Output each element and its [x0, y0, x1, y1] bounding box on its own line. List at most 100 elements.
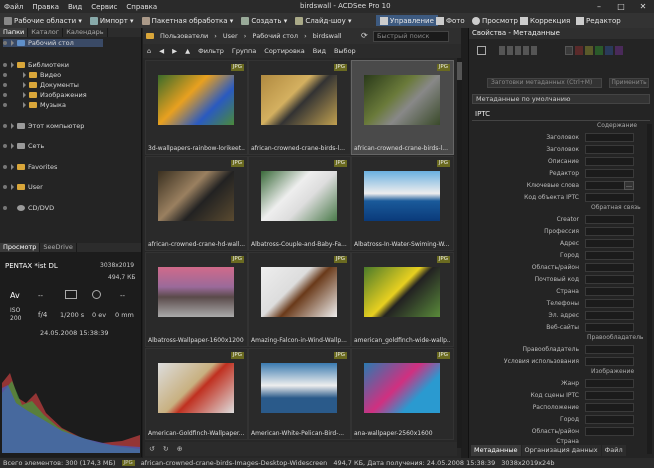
menu-edit[interactable]: Правка: [32, 3, 59, 11]
field-input[interactable]: [585, 403, 634, 412]
field-input[interactable]: [585, 193, 634, 202]
tree-item-documents[interactable]: Документы: [3, 81, 79, 89]
breadcrumb-desktop[interactable]: Рабочий стол: [252, 32, 298, 40]
label-color-icon[interactable]: [531, 46, 537, 55]
sort-button[interactable]: Сортировка: [264, 47, 305, 55]
thumbnail[interactable]: JPG african-crowned-crane-hd-wall...: [145, 156, 248, 251]
tree-item-cd-dvd[interactable]: CD/DVD: [3, 204, 54, 212]
field-input[interactable]: [585, 227, 634, 236]
field-input[interactable]: [585, 299, 634, 308]
breadcrumb-user[interactable]: User: [223, 32, 238, 40]
slideshow-button[interactable]: Слайд-шоу ▾: [295, 16, 351, 25]
mode-develop-button[interactable]: Коррекция: [520, 13, 570, 28]
forward-icon[interactable]: ▶: [172, 47, 177, 55]
tree-item-network[interactable]: Сеть: [3, 142, 44, 150]
expand-icon[interactable]: [11, 40, 14, 46]
label-color-icon[interactable]: [523, 46, 529, 55]
field-input[interactable]: [585, 427, 634, 436]
field-input[interactable]: [585, 145, 634, 154]
mode-manage-button[interactable]: Управление: [376, 15, 438, 26]
menu-help[interactable]: Справка: [126, 3, 157, 11]
tree-item-desktop[interactable]: Рабочий стол: [3, 39, 103, 47]
label-color-icon[interactable]: [515, 46, 521, 55]
tree-item-video[interactable]: Видео: [3, 71, 61, 79]
thumbnail[interactable]: JPG african-crowned-crane-birds-l...: [248, 60, 351, 155]
select-button[interactable]: Выбор: [334, 47, 356, 55]
view-button[interactable]: Вид: [313, 47, 326, 55]
tab-catalog[interactable]: Каталог: [28, 28, 64, 37]
thumbnail[interactable]: JPG american_goldfinch-wide-wallp...: [351, 252, 454, 347]
field-input[interactable]: [585, 287, 634, 296]
keywords-browse-button[interactable]: …: [624, 181, 634, 190]
tree-item-images[interactable]: Изображения: [3, 91, 87, 99]
tab-file[interactable]: Файл: [601, 445, 626, 456]
thumbnail[interactable]: JPG Amazing-Falcon-in-Wind-Wallp...: [248, 252, 351, 347]
swatch-none[interactable]: [565, 46, 573, 55]
browser-scrollbar[interactable]: [457, 58, 462, 448]
tree-item-this-pc[interactable]: Этот компьютер: [3, 122, 84, 130]
collapse-icon[interactable]: [11, 62, 14, 68]
tab-organize[interactable]: Организация данных: [521, 445, 601, 456]
tab-calendar[interactable]: Календарь: [63, 28, 108, 37]
field-input[interactable]: [585, 133, 634, 142]
label-color-icon[interactable]: [499, 46, 505, 55]
expand-icon[interactable]: [23, 72, 26, 78]
menu-tools[interactable]: Сервис: [91, 3, 117, 11]
properties-scrollbar[interactable]: [647, 124, 652, 454]
field-input[interactable]: [585, 169, 634, 178]
metadata-presets-dropdown[interactable]: Заготовки метаданных (Ctrl+M): [487, 78, 602, 88]
field-input[interactable]: [585, 345, 634, 354]
field-input[interactable]: [585, 323, 634, 332]
swatch-red[interactable]: [575, 46, 583, 55]
refresh-icon[interactable]: ⟳: [361, 31, 368, 40]
thumbnail[interactable]: JPG American-Goldfinch-Wallpaper...: [145, 348, 248, 440]
expand-icon[interactable]: [23, 82, 26, 88]
home-icon[interactable]: ⌂: [147, 47, 151, 55]
close-icon[interactable]: ✕: [632, 0, 654, 13]
thumbnail[interactable]: JPG Albatross-Wallpaper-1600x1200: [145, 252, 248, 347]
tree-item-music[interactable]: Музыка: [3, 101, 66, 109]
thumbnail[interactable]: JPG 3d-wallpapers-rainbow-lorikeet...: [145, 60, 248, 155]
swatch-green[interactable]: [595, 46, 603, 55]
tree-item-favorites[interactable]: Favorites: [3, 163, 57, 171]
expand-icon[interactable]: [23, 92, 26, 98]
thumbnail[interactable]: JPG ana-wallpaper-2560x1600: [351, 348, 454, 440]
expand-icon[interactable]: [11, 184, 14, 190]
swatch-yellow[interactable]: [585, 46, 593, 55]
zoom-icon[interactable]: ⊕: [177, 445, 183, 453]
breadcrumb-birdswall[interactable]: birdswall: [313, 32, 342, 40]
expand-icon[interactable]: [11, 164, 14, 170]
rotate-right-icon[interactable]: ↻: [163, 445, 169, 453]
field-input[interactable]: [585, 357, 634, 366]
field-input[interactable]: [585, 215, 634, 224]
group-button[interactable]: Группа: [232, 47, 256, 55]
import-button[interactable]: Импорт ▾: [89, 16, 134, 25]
menu-file[interactable]: Файл: [4, 3, 23, 11]
thumbnail[interactable]: JPG Albatross-Couple-and-Baby-Fa...: [248, 156, 351, 251]
apply-button[interactable]: Применить: [609, 78, 649, 88]
field-input[interactable]: [585, 157, 634, 166]
iptc-header[interactable]: IPTC: [475, 110, 490, 118]
swatch-purple[interactable]: [615, 46, 623, 55]
thumbnail[interactable]: JPG Albatross-In-Water-Swiming-W...: [351, 156, 454, 251]
label-color-icon[interactable]: [507, 46, 513, 55]
expand-icon[interactable]: [23, 102, 26, 108]
thumbnail[interactable]: JPG American-White-Pelican-Bird-...: [248, 348, 351, 440]
batch-button[interactable]: Пакетная обработка ▾: [141, 16, 233, 25]
field-input[interactable]: [585, 391, 634, 400]
checkbox-icon[interactable]: [477, 46, 486, 55]
field-input[interactable]: [585, 415, 634, 424]
swatch-blue[interactable]: [605, 46, 613, 55]
field-input[interactable]: [585, 311, 634, 320]
mode-edit-button[interactable]: Редактор: [576, 13, 621, 28]
mode-photo-button[interactable]: Фото: [436, 13, 465, 28]
quick-search-input[interactable]: Быстрый поиск: [373, 31, 449, 42]
field-input[interactable]: [585, 263, 634, 272]
tab-seedrive[interactable]: SeeDrive: [40, 243, 77, 252]
field-input[interactable]: [585, 379, 634, 388]
breadcrumb-users[interactable]: Пользователи: [160, 32, 208, 40]
mode-view-button[interactable]: Просмотр: [472, 13, 518, 28]
filter-button[interactable]: Фильтр: [198, 47, 224, 55]
expand-icon[interactable]: [11, 143, 14, 149]
metadata-view-dropdown[interactable]: Метаданные по умолчанию: [472, 94, 650, 104]
